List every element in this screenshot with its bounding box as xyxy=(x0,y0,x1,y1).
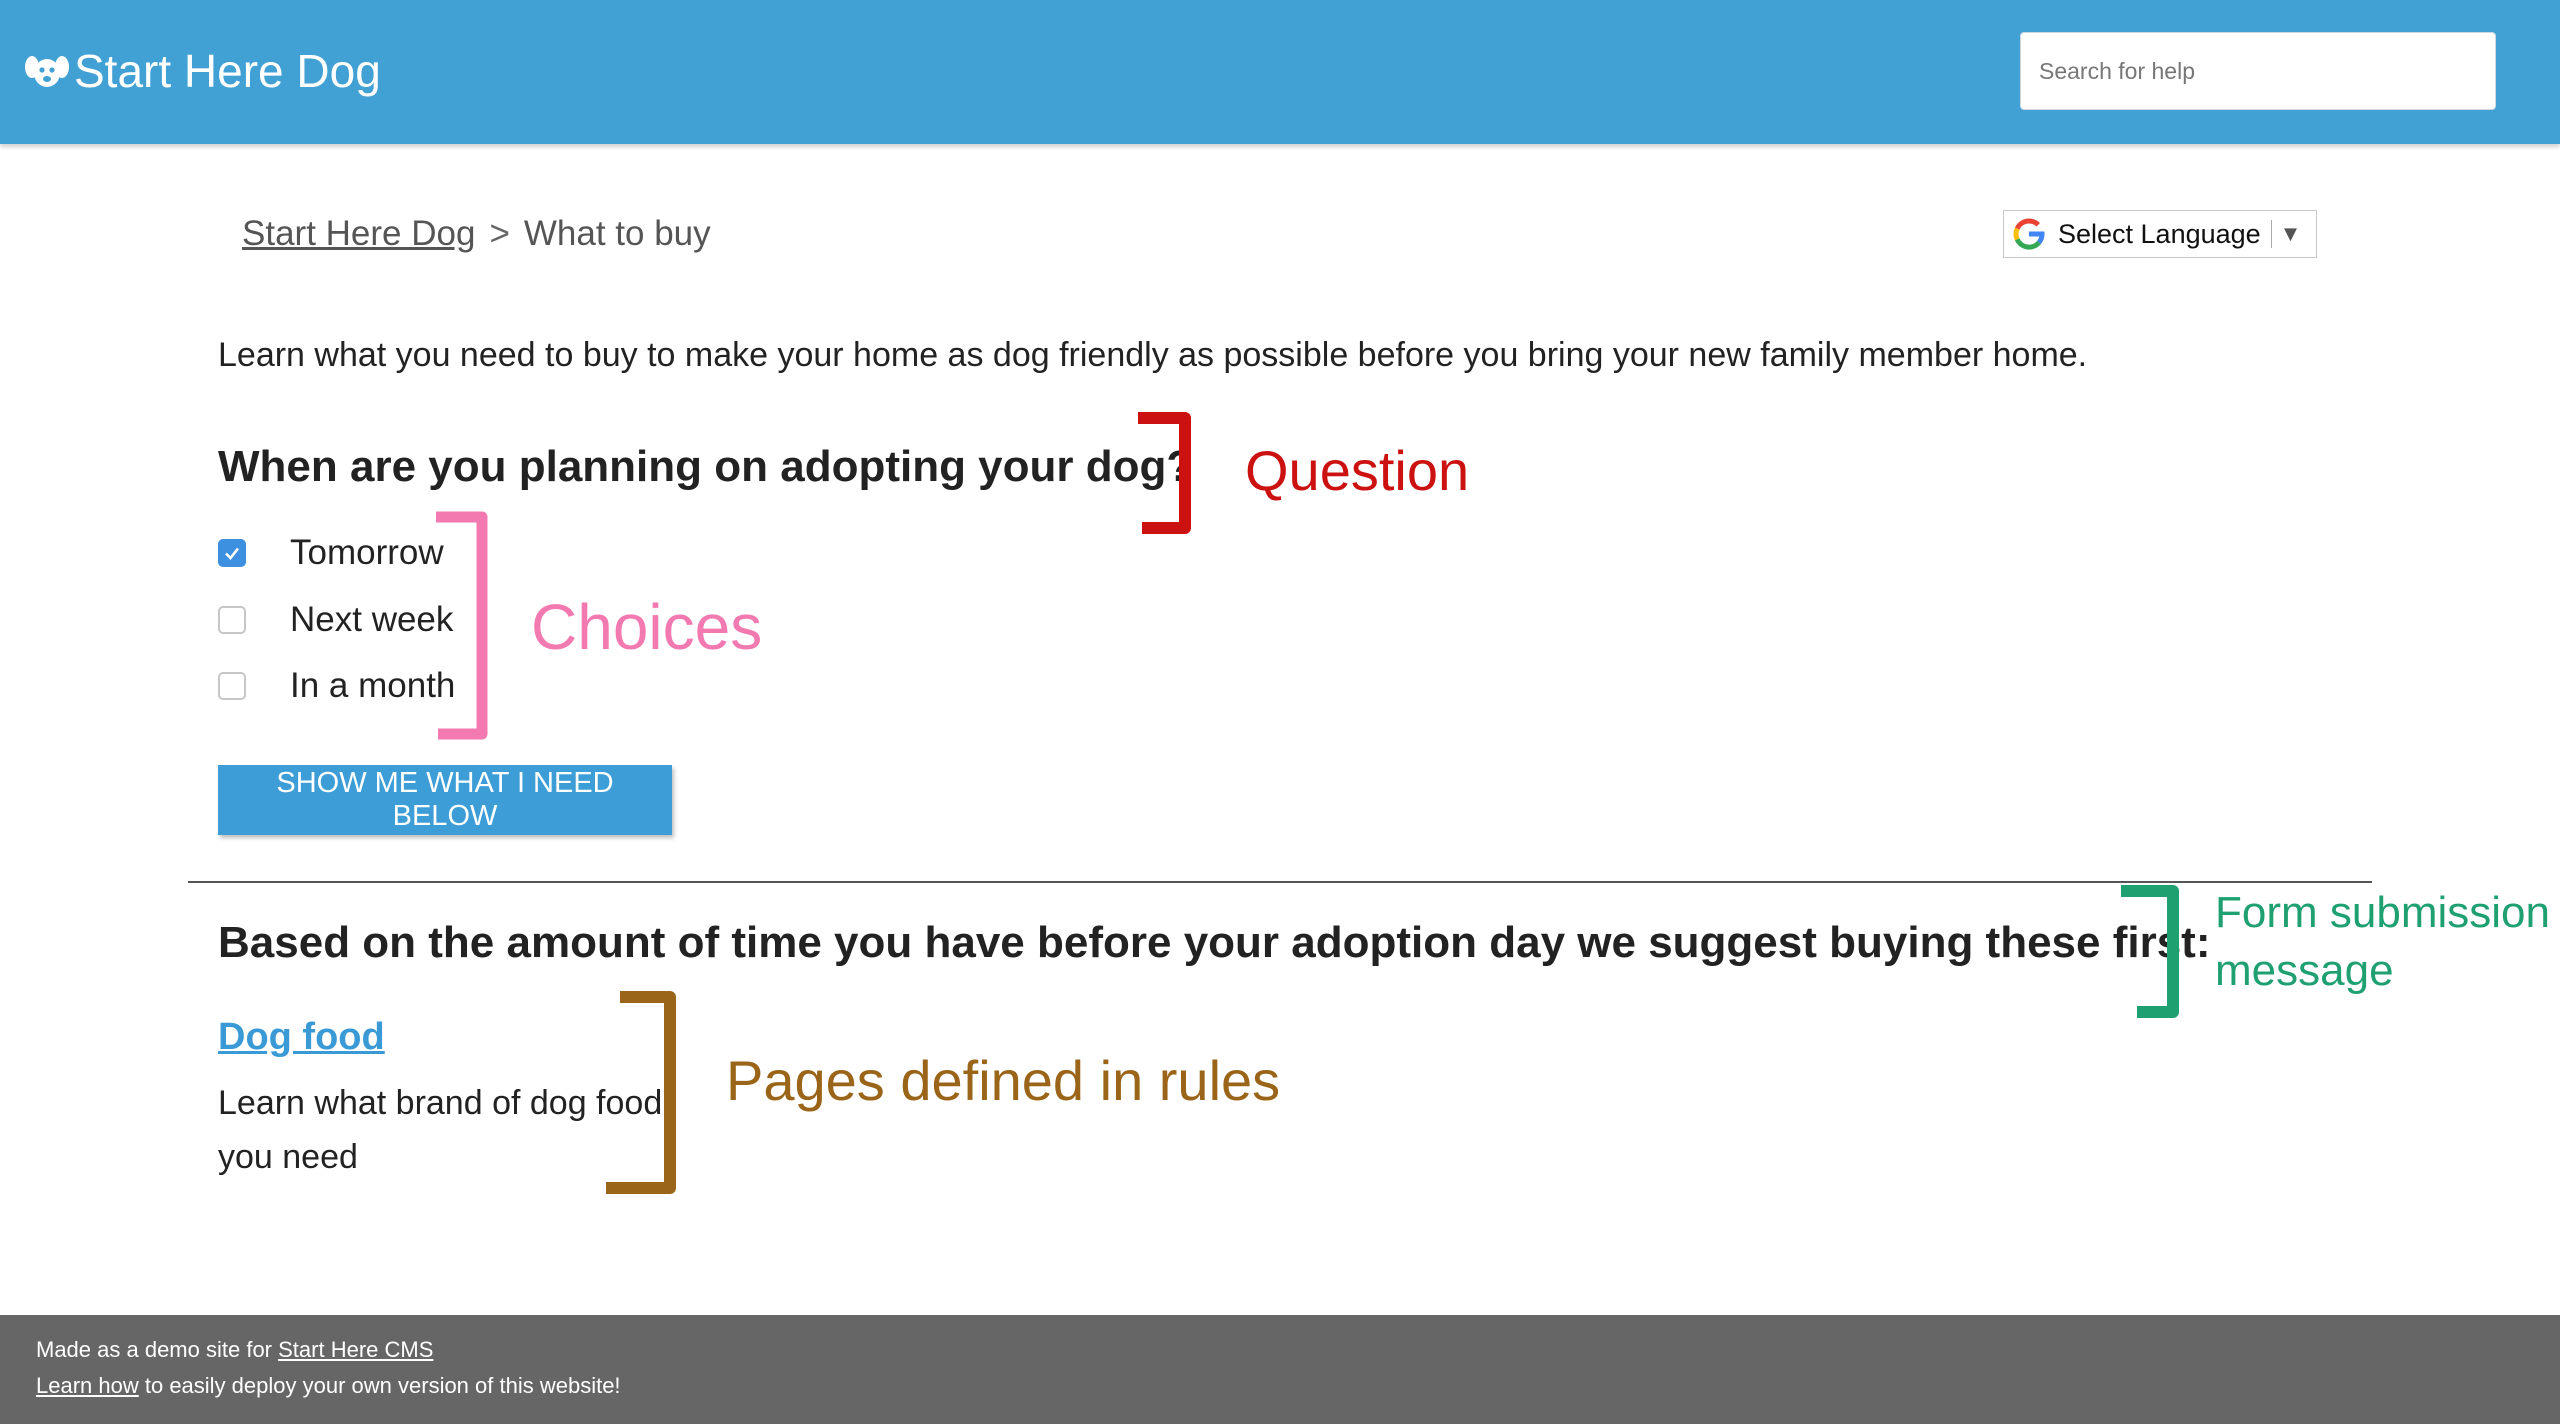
form-message-annotation-bracket xyxy=(2121,885,2179,1018)
form-message-annotation-label: Form submission message xyxy=(2215,884,2550,1000)
breadcrumb-separator: > xyxy=(489,214,510,253)
choices-annotation-label: Choices xyxy=(531,591,763,663)
checkmark-icon xyxy=(225,547,240,560)
brand-name[interactable]: Start Here Dog xyxy=(74,40,381,102)
choice-label: In a month xyxy=(290,666,456,705)
choice-label: Tomorrow xyxy=(290,533,444,572)
choices-annotation-bracket xyxy=(436,511,488,740)
language-select-label: Select Language xyxy=(2058,218,2261,249)
breadcrumb-home-link[interactable]: Start Here Dog xyxy=(242,214,475,253)
checkbox-unchecked[interactable] xyxy=(218,672,246,700)
dog-face-icon xyxy=(25,56,69,87)
section-divider xyxy=(188,881,2372,883)
brand-logo[interactable]: Start Here Dog xyxy=(24,40,381,102)
footer-text: Made as a demo site for xyxy=(36,1337,279,1362)
breadcrumb: Start Here Dog > What to buy xyxy=(242,214,711,254)
form-submission-message: Based on the amount of time you have bef… xyxy=(218,918,2211,967)
choice-label: Next week xyxy=(290,600,454,639)
checkbox-unchecked[interactable] xyxy=(218,606,246,634)
pages-annotation-bracket xyxy=(606,991,676,1194)
result-page-link[interactable]: Dog food xyxy=(218,1016,385,1059)
form-message-annotation-line2: message xyxy=(2215,946,2394,995)
question-heading: When are you planning on adopting your d… xyxy=(218,442,1194,491)
footer-line-2: Learn how to easily deploy your own vers… xyxy=(36,1368,621,1404)
google-g-icon xyxy=(2013,218,2045,250)
search-input[interactable] xyxy=(2020,32,2496,110)
question-annotation-bracket xyxy=(1138,412,1191,534)
chevron-down-icon: ▼ xyxy=(2279,221,2302,246)
pages-annotation-label: Pages defined in rules xyxy=(726,1049,1281,1112)
site-header: Start Here Dog xyxy=(0,0,2560,144)
checkbox-checked[interactable] xyxy=(218,539,246,567)
footer-text: to easily deploy your own version of thi… xyxy=(138,1373,621,1398)
form-message-annotation-line1: Form submission xyxy=(2215,888,2550,937)
start-here-cms-link[interactable]: Start Here CMS xyxy=(278,1337,433,1362)
site-footer: Made as a demo site for Start Here CMS L… xyxy=(0,1315,2560,1424)
language-select-divider xyxy=(2270,220,2272,248)
breadcrumb-current: What to buy xyxy=(523,214,711,253)
intro-text: Learn what you need to buy to make your … xyxy=(218,336,2088,374)
choice-tomorrow[interactable]: Tomorrow xyxy=(218,533,444,573)
footer-line-1: Made as a demo site for Start Here CMS xyxy=(36,1332,433,1368)
choice-in-a-month[interactable]: In a month xyxy=(218,666,455,706)
learn-how-link[interactable]: Learn how xyxy=(36,1373,139,1398)
language-select[interactable]: Select Language ▼ xyxy=(2003,210,2317,258)
question-annotation-label: Question xyxy=(1245,439,1470,502)
choice-next-week[interactable]: Next week xyxy=(218,600,453,640)
show-me-button[interactable]: Show me what I need below xyxy=(218,765,672,835)
